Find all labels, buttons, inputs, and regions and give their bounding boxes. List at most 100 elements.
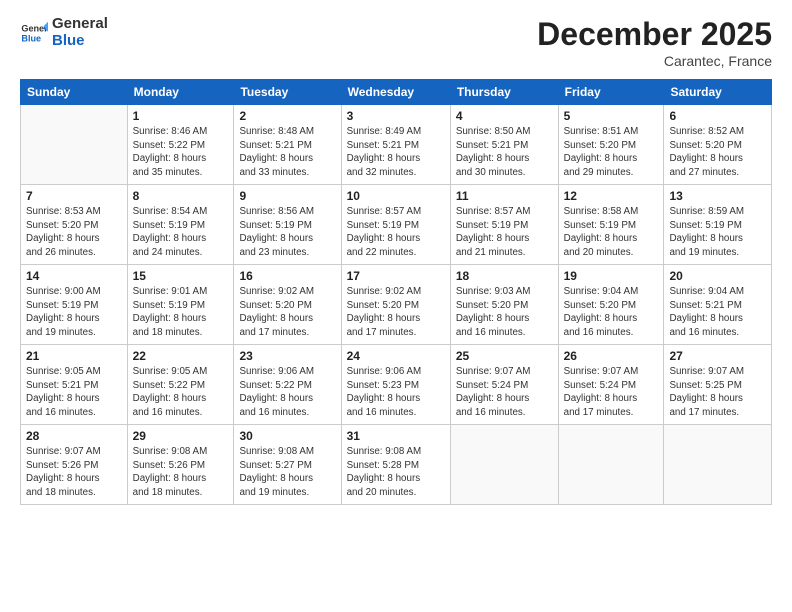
day-number: 20: [669, 269, 766, 283]
table-row: 23Sunrise: 9:06 AM Sunset: 5:22 PM Dayli…: [234, 345, 341, 425]
day-number: 17: [347, 269, 445, 283]
day-number: 15: [133, 269, 229, 283]
day-number: 4: [456, 109, 553, 123]
day-number: 28: [26, 429, 122, 443]
day-info: Sunrise: 9:00 AM Sunset: 5:19 PM Dayligh…: [26, 285, 122, 340]
table-row: 24Sunrise: 9:06 AM Sunset: 5:23 PM Dayli…: [341, 345, 450, 425]
table-row: 11 Sunrise: 8:57 AM Sunset: 5:19 PM Dayli…: [450, 185, 558, 265]
day-info: Sunrise: 8:48 AM Sunset: 5:21 PM Dayligh…: [239, 125, 335, 180]
calendar-header-row: Sunday Monday Tuesday Wednesday Thursday…: [21, 80, 772, 105]
calendar-week-2: 7Sunrise: 8:53 AM Sunset: 5:20 PM Daylig…: [21, 185, 772, 265]
svg-text:Blue: Blue: [21, 33, 41, 43]
table-row: 27 Sunrise: 9:07 AM Sunset: 5:25 PM Dayli…: [664, 345, 772, 425]
day-info: Sunrise: 9:08 AM Sunset: 5:28 PM Dayligh…: [347, 445, 445, 500]
day-info: Sunrise: 8:51 AM Sunset: 5:20 PM Dayligh…: [564, 125, 659, 180]
table-row: 20 Sunrise: 9:04 AM Sunset: 5:21 PM Dayli…: [664, 265, 772, 345]
table-row: 21Sunrise: 9:05 AM Sunset: 5:21 PM Dayli…: [21, 345, 128, 425]
logo-text-blue: Blue: [52, 33, 108, 50]
day-info: Sunrise: 9:07 AM Sunset: 5:24 PM Dayligh…: [564, 365, 659, 420]
table-row: [21, 105, 128, 185]
day-number: 22: [133, 349, 229, 363]
day-number: 23: [239, 349, 335, 363]
table-row: 31 Sunrise: 9:08 AM Sunset: 5:28 PM Dayli…: [341, 425, 450, 505]
col-thursday: Thursday: [450, 80, 558, 105]
day-number: 2: [239, 109, 335, 123]
calendar-week-1: 1 Sunrise: 8:46 AM Sunset: 5:22 PM Daylig…: [21, 105, 772, 185]
day-number: 7: [26, 189, 122, 203]
logo: General Blue General Blue: [20, 16, 108, 49]
day-info: Sunrise: 9:02 AM Sunset: 5:20 PM Dayligh…: [347, 285, 445, 340]
day-number: 14: [26, 269, 122, 283]
day-info: Sunrise: 9:04 AM Sunset: 5:21 PM Dayligh…: [669, 285, 766, 340]
day-info: Sunrise: 8:54 AM Sunset: 5:19 PM Dayligh…: [133, 205, 229, 260]
day-info: Sunrise: 9:07 AM Sunset: 5:24 PM Dayligh…: [456, 365, 553, 420]
title-block: December 2025 Carantec, France: [537, 16, 772, 69]
day-info: Sunrise: 8:57 AM Sunset: 5:19 PM Dayligh…: [347, 205, 445, 260]
table-row: 29 Sunrise: 9:08 AM Sunset: 5:26 PM Dayli…: [127, 425, 234, 505]
table-row: 4 Sunrise: 8:50 AM Sunset: 5:21 PM Daylig…: [450, 105, 558, 185]
day-number: 25: [456, 349, 553, 363]
table-row: 19Sunrise: 9:04 AM Sunset: 5:20 PM Dayli…: [558, 265, 664, 345]
table-row: 5 Sunrise: 8:51 AM Sunset: 5:20 PM Daylig…: [558, 105, 664, 185]
table-row: 1 Sunrise: 8:46 AM Sunset: 5:22 PM Daylig…: [127, 105, 234, 185]
location-subtitle: Carantec, France: [537, 53, 772, 69]
day-info: Sunrise: 8:58 AM Sunset: 5:19 PM Dayligh…: [564, 205, 659, 260]
day-number: 31: [347, 429, 445, 443]
day-number: 29: [133, 429, 229, 443]
day-info: Sunrise: 8:56 AM Sunset: 5:19 PM Dayligh…: [239, 205, 335, 260]
day-info: Sunrise: 9:08 AM Sunset: 5:27 PM Dayligh…: [239, 445, 335, 500]
table-row: 6 Sunrise: 8:52 AM Sunset: 5:20 PM Daylig…: [664, 105, 772, 185]
logo-icon: General Blue: [20, 19, 48, 47]
day-info: Sunrise: 9:07 AM Sunset: 5:25 PM Dayligh…: [669, 365, 766, 420]
day-number: 27: [669, 349, 766, 363]
day-number: 12: [564, 189, 659, 203]
day-info: Sunrise: 9:07 AM Sunset: 5:26 PM Dayligh…: [26, 445, 122, 500]
day-info: Sunrise: 9:02 AM Sunset: 5:20 PM Dayligh…: [239, 285, 335, 340]
table-row: 14 Sunrise: 9:00 AM Sunset: 5:19 PM Dayli…: [21, 265, 128, 345]
table-row: 13Sunrise: 8:59 AM Sunset: 5:19 PM Dayli…: [664, 185, 772, 265]
table-row: 8Sunrise: 8:54 AM Sunset: 5:19 PM Daylig…: [127, 185, 234, 265]
table-row: [664, 425, 772, 505]
calendar-week-4: 21Sunrise: 9:05 AM Sunset: 5:21 PM Dayli…: [21, 345, 772, 425]
table-row: [450, 425, 558, 505]
day-info: Sunrise: 9:08 AM Sunset: 5:26 PM Dayligh…: [133, 445, 229, 500]
col-wednesday: Wednesday: [341, 80, 450, 105]
day-number: 9: [239, 189, 335, 203]
day-info: Sunrise: 8:52 AM Sunset: 5:20 PM Dayligh…: [669, 125, 766, 180]
logo-text-general: General: [52, 16, 108, 33]
day-info: Sunrise: 8:57 AM Sunset: 5:19 PM Dayligh…: [456, 205, 553, 260]
table-row: 30Sunrise: 9:08 AM Sunset: 5:27 PM Dayli…: [234, 425, 341, 505]
col-sunday: Sunday: [21, 80, 128, 105]
header: General Blue General Blue December 2025 …: [20, 16, 772, 69]
day-number: 1: [133, 109, 229, 123]
month-title: December 2025: [537, 16, 772, 53]
day-info: Sunrise: 8:46 AM Sunset: 5:22 PM Dayligh…: [133, 125, 229, 180]
day-info: Sunrise: 8:59 AM Sunset: 5:19 PM Dayligh…: [669, 205, 766, 260]
table-row: 25 Sunrise: 9:07 AM Sunset: 5:24 PM Dayli…: [450, 345, 558, 425]
table-row: 26Sunrise: 9:07 AM Sunset: 5:24 PM Dayli…: [558, 345, 664, 425]
day-number: 18: [456, 269, 553, 283]
table-row: 10 Sunrise: 8:57 AM Sunset: 5:19 PM Dayli…: [341, 185, 450, 265]
table-row: 16Sunrise: 9:02 AM Sunset: 5:20 PM Dayli…: [234, 265, 341, 345]
table-row: 17 Sunrise: 9:02 AM Sunset: 5:20 PM Dayli…: [341, 265, 450, 345]
table-row: 15Sunrise: 9:01 AM Sunset: 5:19 PM Dayli…: [127, 265, 234, 345]
day-info: Sunrise: 9:05 AM Sunset: 5:22 PM Dayligh…: [133, 365, 229, 420]
calendar-week-3: 14 Sunrise: 9:00 AM Sunset: 5:19 PM Dayli…: [21, 265, 772, 345]
table-row: 28 Sunrise: 9:07 AM Sunset: 5:26 PM Dayli…: [21, 425, 128, 505]
day-number: 11: [456, 189, 553, 203]
day-info: Sunrise: 9:03 AM Sunset: 5:20 PM Dayligh…: [456, 285, 553, 340]
col-tuesday: Tuesday: [234, 80, 341, 105]
calendar-week-5: 28 Sunrise: 9:07 AM Sunset: 5:26 PM Dayli…: [21, 425, 772, 505]
day-number: 5: [564, 109, 659, 123]
table-row: 22 Sunrise: 9:05 AM Sunset: 5:22 PM Dayli…: [127, 345, 234, 425]
day-info: Sunrise: 8:49 AM Sunset: 5:21 PM Dayligh…: [347, 125, 445, 180]
page-container: General Blue General Blue December 2025 …: [0, 0, 792, 515]
day-number: 10: [347, 189, 445, 203]
calendar-table: Sunday Monday Tuesday Wednesday Thursday…: [20, 79, 772, 505]
table-row: 7Sunrise: 8:53 AM Sunset: 5:20 PM Daylig…: [21, 185, 128, 265]
day-info: Sunrise: 8:50 AM Sunset: 5:21 PM Dayligh…: [456, 125, 553, 180]
table-row: 12 Sunrise: 8:58 AM Sunset: 5:19 PM Dayli…: [558, 185, 664, 265]
table-row: 9 Sunrise: 8:56 AM Sunset: 5:19 PM Daylig…: [234, 185, 341, 265]
day-number: 6: [669, 109, 766, 123]
table-row: 3Sunrise: 8:49 AM Sunset: 5:21 PM Daylig…: [341, 105, 450, 185]
